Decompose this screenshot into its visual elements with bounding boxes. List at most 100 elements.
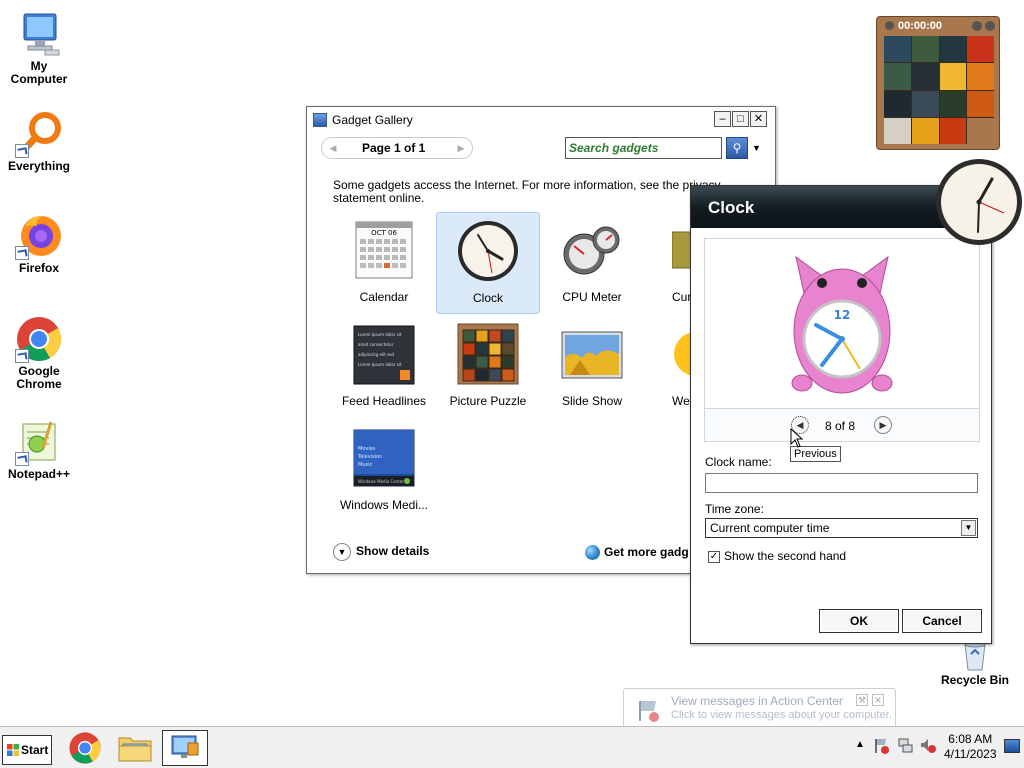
puzzle-tile[interactable] xyxy=(967,117,994,144)
gadget-label: Feed Headlines xyxy=(341,394,427,408)
everything-search-icon xyxy=(15,110,63,158)
puzzle-help-icon[interactable] xyxy=(972,21,982,31)
desktop-clock-gadget[interactable] xyxy=(934,157,1024,247)
puzzle-tile[interactable] xyxy=(939,90,967,117)
svg-text:Television: Television xyxy=(357,454,382,460)
maximize-button[interactable]: □ xyxy=(732,111,749,127)
gadget-slide-show[interactable]: Slide Show xyxy=(540,316,644,418)
gadget-gallery-icon xyxy=(171,735,199,758)
show-second-hand-checkbox[interactable]: ✓ Show the second hand xyxy=(708,549,846,563)
puzzle-tile[interactable] xyxy=(967,63,994,90)
taskbar-chrome[interactable] xyxy=(62,730,108,766)
puzzle-tile[interactable] xyxy=(939,63,967,90)
cpu-meter-icon xyxy=(560,218,624,282)
gadget-label: Calendar xyxy=(359,290,409,304)
show-desktop-icon[interactable] xyxy=(1004,739,1020,753)
search-input[interactable] xyxy=(569,139,719,157)
gadget-feed-headlines[interactable]: Lorem Ipsum dolor sit amet consectetur adi… xyxy=(332,316,436,418)
gadget-label: Picture Puzzle xyxy=(449,394,527,408)
gadget-cpu-meter[interactable]: CPU Meter xyxy=(540,212,644,314)
puzzle-timer: 00:00:00 xyxy=(898,20,943,32)
puzzle-tile[interactable] xyxy=(911,117,939,144)
search-dropdown-arrow-icon[interactable]: ▼ xyxy=(752,143,761,153)
next-page-button[interactable]: ▶ xyxy=(453,140,469,156)
clock-date: 4/11/2023 xyxy=(944,747,997,761)
puzzle-tile[interactable] xyxy=(911,36,939,63)
notepad-plus-plus-icon xyxy=(15,418,63,466)
show-hidden-icons-chevron-icon[interactable]: ▲ xyxy=(855,739,865,750)
taskbar: Start ▲ 6:08 AM 4/11/2023 xyxy=(0,726,1024,768)
close-button[interactable]: ✕ xyxy=(750,111,767,127)
puzzle-grid[interactable] xyxy=(884,36,994,144)
puzzle-tile[interactable] xyxy=(939,117,967,144)
cancel-button[interactable]: Cancel xyxy=(902,609,982,633)
desktop-icon-google-chrome[interactable]: Google Chrome xyxy=(1,315,77,391)
gadget-picture-puzzle[interactable]: Picture Puzzle xyxy=(436,316,540,418)
ok-button[interactable]: OK xyxy=(819,609,899,633)
puzzle-timer-icon xyxy=(885,21,894,30)
puzzle-solve-icon[interactable] xyxy=(985,21,995,31)
desktop-icon-notepad-plus-plus[interactable]: Notepad++ xyxy=(1,418,77,481)
desktop-icon-label: Recycle Bin xyxy=(940,673,1010,687)
action-center-flag-icon xyxy=(636,697,662,723)
picture-puzzle-gadget[interactable]: 00:00:00 xyxy=(876,16,1000,150)
time-zone-value: Current computer time xyxy=(710,521,830,535)
gadget-clock[interactable]: Clock xyxy=(436,212,540,314)
svg-text:adipiscing elit sed: adipiscing elit sed xyxy=(358,352,395,357)
pink-cat-clock-preview: 12 xyxy=(791,255,893,394)
action-center-flag-icon[interactable] xyxy=(874,737,890,755)
minimize-button[interactable]: – xyxy=(714,111,731,127)
network-icon[interactable] xyxy=(897,737,913,755)
preview-navigation: ◀ 8 of 8 ▶ xyxy=(705,408,979,441)
gadget-gallery-icon xyxy=(313,113,327,127)
clock-name-field[interactable] xyxy=(705,473,978,493)
notification-title: View messages in Action Center xyxy=(671,694,843,708)
start-button[interactable]: Start xyxy=(2,735,52,765)
puzzle-tile[interactable] xyxy=(967,90,994,117)
search-button[interactable]: ⚲ xyxy=(726,137,748,159)
shortcut-arrow-icon xyxy=(15,144,29,158)
clock-name-label: Clock name: xyxy=(705,455,772,469)
desktop-icon-label: Notepad++ xyxy=(7,467,70,481)
puzzle-tile[interactable] xyxy=(884,36,911,63)
desktop-icon-firefox[interactable]: Firefox xyxy=(1,212,77,275)
previous-page-button[interactable]: ◀ xyxy=(325,140,341,156)
notification-close-icon[interactable]: ✕ xyxy=(872,694,884,706)
puzzle-tile[interactable] xyxy=(911,90,939,117)
globe-icon xyxy=(585,545,600,561)
show-details-button[interactable]: ▼ Show details xyxy=(333,543,429,561)
get-more-gadgets-link[interactable]: Get more gadg xyxy=(585,545,689,561)
desktop-icon-label: Everything xyxy=(7,159,70,173)
desktop-icon-recycle-bin[interactable]: Recycle Bin xyxy=(937,640,1013,687)
calendar-month-text: OCT 06 xyxy=(371,229,397,237)
puzzle-tile[interactable] xyxy=(884,117,911,144)
volume-muted-icon[interactable] xyxy=(920,737,936,755)
clock-numeral-12: 12 xyxy=(834,308,851,322)
gadget-weather[interactable]: We xyxy=(644,316,718,418)
system-clock[interactable]: 6:08 AM 4/11/2023 xyxy=(944,732,997,762)
desktop-icon-everything[interactable]: Everything xyxy=(1,110,77,173)
gadget-currency[interactable]: Cur xyxy=(644,212,695,314)
title-bar[interactable]: Gadget Gallery – □ ✕ xyxy=(307,107,775,133)
feed-headlines-icon: Lorem Ipsum dolor sit amet consectetur adi… xyxy=(352,322,416,386)
time-zone-select[interactable]: Current computer time ▼ xyxy=(705,518,978,538)
search-box xyxy=(565,137,722,159)
next-clock-button[interactable]: ▶ xyxy=(874,416,892,434)
puzzle-tile[interactable] xyxy=(939,36,967,63)
gadget-windows-media-center[interactable]: Movies Television Music Windows Media Cente… xyxy=(332,420,436,522)
action-center-notification[interactable]: View messages in Action Center Click to … xyxy=(623,688,896,730)
gadget-calendar[interactable]: OCT 06 Calendar xyxy=(332,212,436,314)
puzzle-tile[interactable] xyxy=(967,36,994,63)
taskbar-gadget-gallery[interactable] xyxy=(162,730,208,766)
notification-settings-icon[interactable]: ⚒ xyxy=(856,694,868,706)
puzzle-tile[interactable] xyxy=(884,63,911,90)
windows-logo-icon xyxy=(7,744,19,756)
shortcut-arrow-icon xyxy=(15,452,29,466)
mouse-cursor-icon xyxy=(790,428,804,448)
puzzle-tile[interactable] xyxy=(884,90,911,117)
taskbar-file-explorer[interactable] xyxy=(112,730,158,766)
puzzle-tile[interactable] xyxy=(911,63,939,90)
desktop-icon-my-computer[interactable]: My Computer xyxy=(1,10,77,86)
time-zone-label: Time zone: xyxy=(705,502,764,516)
desktop-icon-label: Firefox xyxy=(18,261,59,275)
